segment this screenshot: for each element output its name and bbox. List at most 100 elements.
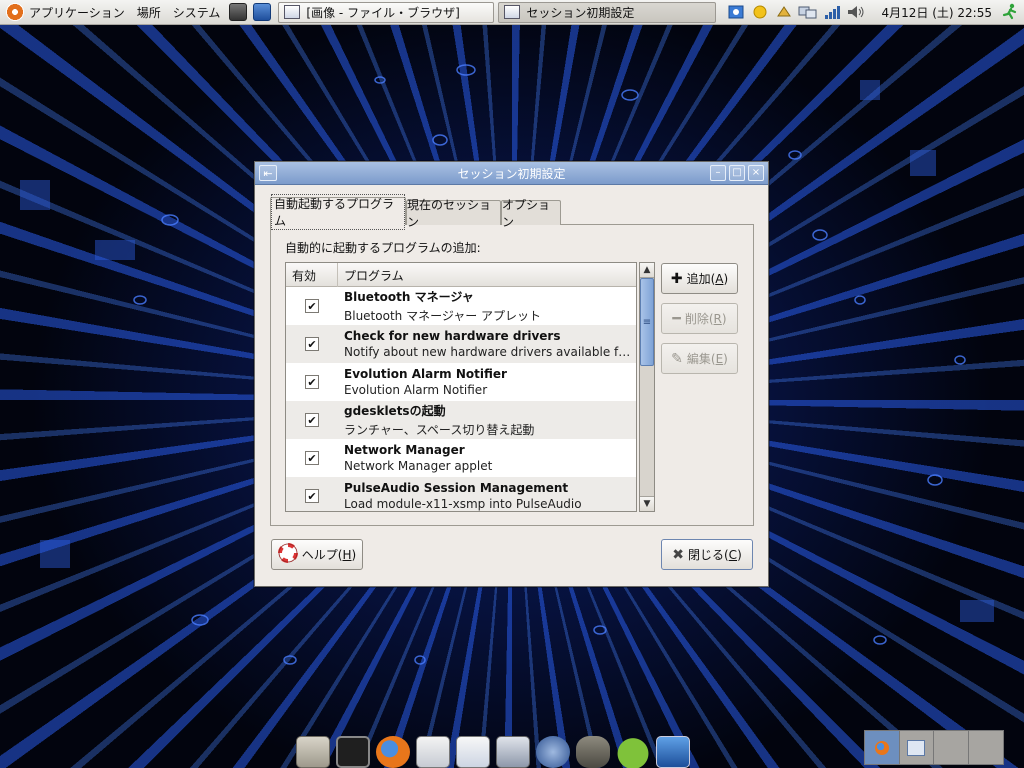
plus-icon: ✚ — [670, 270, 683, 287]
places-menu[interactable]: 場所 — [131, 0, 167, 25]
dialog-titlebar[interactable]: ⇤ セッション初期設定 – □ × — [255, 162, 768, 185]
table-row[interactable]: ✔ PulseAudio Session Management Load modul… — [286, 477, 636, 511]
dialog-title: セッション初期設定 — [457, 166, 566, 181]
enabled-checkbox[interactable]: ✔ — [305, 337, 319, 351]
program-description: Notify about new hardware drivers availa… — [344, 345, 634, 359]
column-header-enabled[interactable]: 有効 — [286, 263, 338, 287]
close-button-label: 閉じる(C) — [687, 548, 742, 562]
firefox-icon[interactable] — [376, 736, 410, 768]
minus-icon: ━ — [672, 310, 681, 327]
close-window-icon[interactable]: × — [748, 165, 764, 181]
window-mini-icon — [907, 739, 926, 756]
tab-options[interactable]: オプション — [501, 198, 561, 229]
enabled-checkbox[interactable]: ✔ — [305, 413, 319, 427]
lifebuoy-icon — [277, 543, 298, 566]
enabled-cell: ✔ — [286, 451, 338, 465]
help-button-label: ヘルプ(H) — [301, 548, 357, 562]
scroll-thumb[interactable]: ≡ — [640, 278, 654, 366]
clock[interactable]: 4月12日 (土) 22:55 — [868, 4, 1000, 21]
tab-current-session[interactable]: 現在のセッション — [406, 198, 501, 229]
help-button[interactable]: ヘルプ(H) — [271, 539, 363, 570]
edit-pencil-icon: ✎ — [671, 350, 683, 367]
scroll-down-arrow-icon[interactable]: ▼ — [640, 496, 654, 511]
browser-icon[interactable] — [536, 736, 570, 768]
program-name: PulseAudio Session Management — [344, 481, 569, 495]
program-description: ランチャー、スペース切り替え起動 — [344, 423, 535, 437]
scroll-up-arrow-icon[interactable]: ▲ — [640, 263, 654, 278]
android-icon[interactable] — [616, 736, 650, 768]
tab-startup-programs[interactable]: 自動起動するプログラム — [270, 193, 406, 230]
table-scrollbar[interactable]: ▲ ≡ ▼ — [639, 262, 655, 512]
edit-button[interactable]: ✎ 編集(E) — [661, 343, 738, 374]
enabled-checkbox[interactable]: ✔ — [305, 299, 319, 313]
terminal-icon[interactable] — [336, 736, 370, 768]
workspace-4[interactable] — [968, 731, 1003, 764]
program-cell: Bluetooth マネージャ Bluetooth マネージャー アプレット — [338, 288, 634, 324]
remove-button[interactable]: ━ 削除(R) — [661, 303, 738, 334]
table-row[interactable]: ✔ gdeskletsの起動ランチャー、スペース切り替え起動 — [286, 401, 636, 439]
window-menu-icon[interactable]: ⇤ — [259, 165, 277, 181]
file-browser-icon — [284, 5, 301, 19]
applications-menu[interactable]: アプリケーション — [0, 0, 131, 25]
enabled-cell: ✔ — [286, 375, 338, 389]
add-button-label: 追加(A) — [686, 272, 729, 286]
puzzle-icon[interactable] — [726, 3, 746, 21]
program-cell: gdeskletsの起動ランチャー、スペース切り替え起動 — [338, 402, 634, 438]
table-row[interactable]: ✔ Network Manager Network Manager applet — [286, 439, 636, 477]
task-file-browser[interactable]: [画像 - ファイル・ブラウザ] — [278, 1, 495, 23]
gimp-icon[interactable] — [576, 736, 610, 768]
workspace-1[interactable] — [865, 731, 900, 764]
system-monitor-icon[interactable] — [656, 736, 690, 768]
keyring-icon[interactable] — [774, 3, 794, 21]
network-icon[interactable] — [798, 3, 818, 21]
maximize-icon[interactable]: □ — [729, 165, 745, 181]
startup-programs-table: 有効 プログラム ✔ Bluetooth マネージャ Bluetooth マネージャ… — [285, 262, 637, 512]
quit-running-man-icon[interactable] — [1000, 2, 1020, 22]
enabled-cell: ✔ — [286, 489, 338, 503]
program-cell: Evolution Alarm Notifier Evolution Alarm … — [338, 367, 634, 397]
enabled-checkbox[interactable]: ✔ — [305, 375, 319, 389]
weather-icon[interactable] — [750, 3, 770, 21]
mail-icon[interactable] — [416, 736, 450, 768]
enabled-checkbox[interactable]: ✔ — [305, 489, 319, 503]
workspace-2[interactable] — [899, 731, 934, 764]
show-desktop-icon[interactable] — [253, 3, 272, 21]
close-button[interactable]: ✖ 閉じる(C) — [661, 539, 753, 570]
table-row[interactable]: ✔ Check for new hardware drivers Notify ab… — [286, 325, 636, 363]
settings-icon[interactable] — [496, 736, 530, 768]
enabled-checkbox[interactable]: ✔ — [305, 451, 319, 465]
top-panel: アプリケーション 場所 システム [画像 - ファイル・ブラウザ] セッション初… — [0, 0, 1024, 25]
program-description: Network Manager applet — [344, 459, 493, 473]
bottom-dock — [296, 731, 696, 768]
workspace-switcher — [864, 730, 1004, 765]
program-name: Evolution Alarm Notifier — [344, 367, 507, 381]
system-tray: 4月12日 (土) 22:55 — [724, 0, 1024, 25]
table-body: ✔ Bluetooth マネージャ Bluetooth マネージャー アプレット ✔ C… — [286, 287, 636, 511]
system-menu[interactable]: システム — [167, 0, 227, 25]
signal-strength-icon[interactable] — [822, 3, 842, 21]
minimize-icon[interactable]: – — [710, 165, 726, 181]
table-row[interactable]: ✔ Bluetooth マネージャ Bluetooth マネージャー アプレット — [286, 287, 636, 325]
volume-icon[interactable] — [846, 3, 866, 21]
home-folder-icon[interactable] — [296, 736, 330, 768]
remove-button-label: 削除(R) — [684, 312, 727, 326]
column-header-program[interactable]: プログラム — [338, 263, 404, 287]
screenshot-camera-icon[interactable] — [229, 3, 248, 21]
system-menu-label: システム — [172, 5, 221, 20]
ubuntu-logo-icon — [6, 3, 24, 21]
program-description: Bluetooth マネージャー アプレット — [344, 309, 542, 323]
program-name: gdeskletsの起動 — [344, 404, 446, 418]
workspace-3[interactable] — [934, 731, 969, 764]
firefox-mini-icon — [874, 740, 889, 755]
table-row[interactable]: ✔ Evolution Alarm Notifier Evolution Alarm… — [286, 363, 636, 401]
enabled-cell: ✔ — [286, 337, 338, 351]
program-cell: Check for new hardware drivers Notify abo… — [338, 329, 634, 359]
calendar-icon[interactable] — [456, 736, 490, 768]
task-session-preferences[interactable]: セッション初期設定 — [498, 1, 717, 23]
task-file-browser-label: [画像 - ファイル・ブラウザ] — [306, 5, 460, 20]
enabled-cell: ✔ — [286, 299, 338, 313]
add-button[interactable]: ✚ 追加(A) — [661, 263, 738, 294]
table-header: 有効 プログラム — [286, 263, 636, 287]
close-x-icon: ✖ — [672, 546, 684, 563]
program-cell: PulseAudio Session Management Load module… — [338, 481, 634, 511]
